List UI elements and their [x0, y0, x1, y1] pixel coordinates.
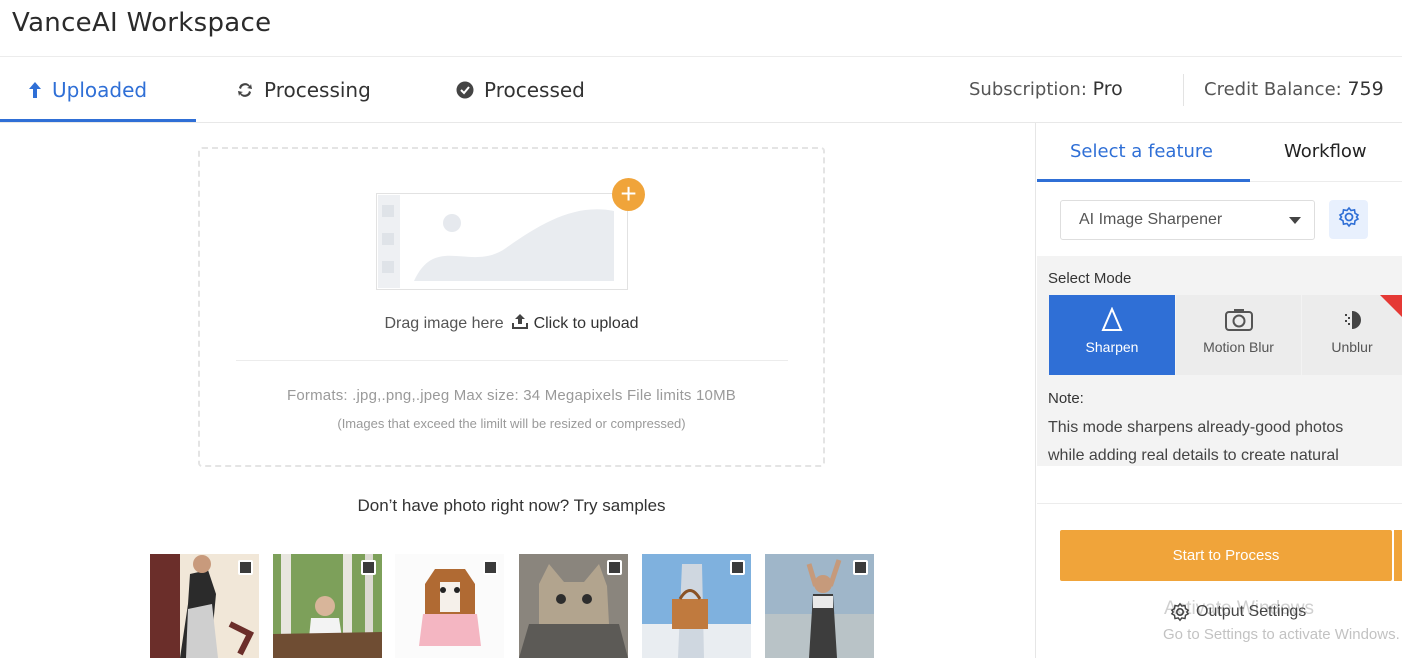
resize-note: (Images that exceed the limilt will be r… — [337, 416, 686, 431]
refresh-icon — [236, 81, 254, 99]
upload-icon — [508, 314, 533, 332]
start-process-dropdown[interactable] — [1394, 530, 1402, 581]
note-title: Note: — [1048, 390, 1084, 407]
active-tab-indicator — [0, 119, 196, 122]
credit-info: Credit Balance: 759 — [1204, 78, 1384, 100]
add-image-icon[interactable]: + — [612, 178, 645, 211]
note-line: while adding real details to create natu… — [1048, 447, 1339, 464]
sample-checkbox[interactable] — [483, 560, 498, 575]
mode-motion-blur[interactable]: Motion Blur — [1176, 295, 1301, 375]
drag-upload-line: Drag image here Click to upload — [0, 313, 1023, 333]
panel-divider — [1037, 503, 1402, 504]
tab-processed[interactable]: Processed — [456, 57, 585, 122]
mode-motion-blur-label: Motion Blur — [1203, 339, 1274, 355]
panel-active-tab-indicator — [1037, 179, 1250, 182]
sample-thumbnail[interactable] — [519, 554, 628, 658]
mode-sharpen[interactable]: Sharpen — [1049, 295, 1175, 375]
panel-tab-workflow[interactable]: Workflow — [1284, 141, 1367, 162]
credit-value: 759 — [1347, 78, 1384, 100]
drag-text: Drag image here — [384, 315, 504, 332]
sample-thumbnail[interactable] — [765, 554, 874, 658]
tab-processed-label: Processed — [484, 77, 585, 102]
new-badge — [1380, 295, 1402, 317]
mode-unblur-label: Unblur — [1331, 339, 1373, 355]
feature-select[interactable]: AI Image Sharpener — [1060, 200, 1315, 240]
tab-uploaded-label: Uploaded — [52, 77, 148, 102]
sample-checkbox[interactable] — [238, 560, 253, 575]
arrow-up-icon — [28, 81, 42, 99]
subscription-info: Subscription: Pro — [969, 78, 1123, 100]
status-tabs: Uploaded Processing Processed — [0, 57, 1402, 123]
output-settings-link[interactable]: Output Settings — [1170, 602, 1306, 622]
output-settings-label: Output Settings — [1196, 603, 1307, 620]
sample-checkbox[interactable] — [853, 560, 868, 575]
camera-icon — [1176, 307, 1301, 333]
check-circle-icon — [456, 81, 474, 99]
click-to-upload-link[interactable]: Click to upload — [534, 315, 639, 332]
panel-tab-select-feature[interactable]: Select a feature — [1070, 141, 1213, 162]
note-text: This mode sharpens already-good photos w… — [1048, 414, 1402, 470]
sample-thumbnail[interactable] — [273, 554, 382, 658]
feature-select-value: AI Image Sharpener — [1079, 211, 1223, 228]
gear-icon — [1338, 206, 1360, 233]
dropzone-divider — [236, 360, 788, 361]
chevron-down-icon — [1289, 217, 1301, 224]
sample-checkbox[interactable] — [607, 560, 622, 575]
sample-thumbnail[interactable] — [642, 554, 751, 658]
subscription-value: Pro — [1092, 78, 1123, 100]
sample-thumbnail[interactable] — [150, 554, 259, 658]
subscription-label: Subscription: — [969, 79, 1087, 100]
try-samples-text[interactable]: Don’t have photo right now? Try samples — [0, 496, 1023, 516]
sample-checkbox[interactable] — [361, 560, 376, 575]
tab-processing[interactable]: Processing — [236, 57, 371, 122]
gear-icon — [1170, 602, 1190, 622]
sharpen-icon — [1049, 306, 1175, 333]
formats-text: Formats: .jpg,.png,.jpeg Max size: 34 Me… — [286, 387, 736, 404]
mode-sharpen-label: Sharpen — [1085, 339, 1139, 355]
note-line: This mode sharpens already-good photos — [1048, 419, 1344, 436]
start-process-button[interactable]: Start to Process — [1060, 530, 1392, 581]
windows-watermark-sub: Go to Settings to activate Windows. — [1163, 626, 1400, 643]
select-mode-label: Select Mode — [1048, 270, 1132, 287]
feature-settings-button[interactable] — [1329, 200, 1368, 239]
tab-processing-label: Processing — [264, 77, 371, 102]
app-title: VanceAI Workspace — [12, 8, 272, 38]
sample-checkbox[interactable] — [730, 560, 745, 575]
tab-uploaded[interactable]: Uploaded — [28, 57, 147, 122]
image-placeholder-illustration — [376, 193, 628, 290]
account-divider — [1183, 74, 1184, 106]
credit-label: Credit Balance: — [1204, 79, 1342, 100]
sample-thumbnail[interactable] — [395, 554, 504, 658]
